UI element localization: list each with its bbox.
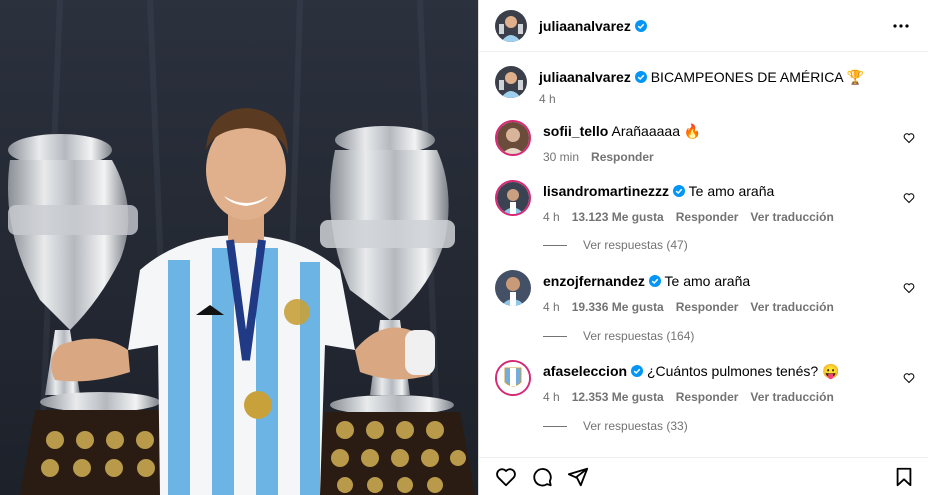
comment-text-line: enzojfernandez Te amo araña	[543, 270, 915, 290]
comment-time[interactable]: 4 h	[543, 300, 560, 314]
heart-icon[interactable]	[903, 132, 915, 144]
translate-button[interactable]: Ver traducción	[750, 300, 833, 314]
comment-likes[interactable]: 13.123 Me gusta	[572, 210, 664, 224]
caption-body: juliaanalvarez BICAMPEONES DE AMÉRICA 🏆 …	[539, 66, 915, 106]
comment-avatar[interactable]	[495, 270, 531, 306]
reply-button[interactable]: Responder	[676, 210, 739, 224]
verified-badge-icon	[634, 19, 647, 32]
view-replies-label[interactable]: Ver respuestas (164)	[583, 329, 694, 343]
instagram-post-view: juliaanalvarez juliaanalvarez BICAMPEONE…	[0, 0, 928, 495]
comment-avatar[interactable]	[495, 120, 531, 156]
author-username[interactable]: juliaanalvarez	[539, 18, 631, 34]
verified-badge-icon	[631, 365, 644, 377]
view-replies-label[interactable]: Ver respuestas (33)	[583, 419, 688, 433]
comment-avatar-image	[497, 122, 529, 154]
author-avatar[interactable]	[495, 9, 527, 42]
heart-icon[interactable]	[903, 282, 915, 294]
comment-row: lisandromartinezzz Te amo araña 4 h 13.1…	[495, 180, 915, 224]
comment-meta: 4 h 13.123 Me gusta Responder Ver traduc…	[543, 210, 915, 224]
view-replies-label[interactable]: Ver respuestas (47)	[583, 238, 688, 252]
replies-divider	[543, 425, 567, 427]
caption-avatar[interactable]	[495, 66, 527, 98]
comment-time[interactable]: 30 min	[543, 150, 579, 164]
post-sidebar: juliaanalvarez juliaanalvarez BICAMPEONE…	[478, 0, 928, 495]
view-replies-button[interactable]: Ver respuestas (33)	[543, 419, 688, 433]
comment-meta: 4 h 12.353 Me gusta Responder Ver traduc…	[543, 390, 915, 404]
comment-row: enzojfernandez Te amo araña 4 h 19.336 M…	[495, 270, 915, 314]
comment-avatar-image	[497, 182, 529, 214]
comment-avatar-image	[495, 270, 531, 306]
comment-text: Arañaaaaa 🔥	[611, 123, 702, 139]
comment-text: Te amo araña	[688, 183, 775, 199]
comment-username[interactable]: afaseleccion	[543, 363, 627, 379]
comment-row: afaseleccion ¿Cuántos pulmones tenés? 😛 …	[495, 360, 915, 404]
comment-text-line: sofii_tello Arañaaaaa 🔥	[543, 120, 915, 140]
comment-meta: 4 h 19.336 Me gusta Responder Ver traduc…	[543, 300, 915, 314]
comment-body: enzojfernandez Te amo araña 4 h 19.336 M…	[543, 270, 915, 314]
bookmark-icon[interactable]	[893, 466, 915, 488]
comment-text: ¿Cuántos pulmones tenés? 😛	[646, 363, 840, 379]
verified-badge-icon	[648, 275, 661, 287]
comments-list[interactable]: juliaanalvarez BICAMPEONES DE AMÉRICA 🏆 …	[479, 52, 928, 457]
post-photo[interactable]	[0, 0, 478, 495]
comment-meta: 30 min Responder	[543, 150, 915, 164]
caption-row: juliaanalvarez BICAMPEONES DE AMÉRICA 🏆 …	[495, 66, 915, 106]
post-image-illustration	[0, 0, 478, 495]
verified-badge-icon	[634, 71, 647, 83]
share-icon[interactable]	[567, 466, 589, 488]
comment-body: sofii_tello Arañaaaaa 🔥 30 min Responder	[543, 120, 915, 164]
comment-username[interactable]: sofii_tello	[543, 123, 608, 139]
comment-avatar[interactable]	[495, 360, 531, 396]
reply-button[interactable]: Responder	[591, 150, 654, 164]
comment-avatar-image	[497, 362, 529, 394]
replies-divider	[543, 335, 567, 337]
heart-icon[interactable]	[903, 372, 915, 384]
comment-body: lisandromartinezzz Te amo araña 4 h 13.1…	[543, 180, 915, 224]
heart-icon[interactable]	[903, 192, 915, 204]
comment-avatar[interactable]	[495, 180, 531, 216]
comment-username[interactable]: lisandromartinezzz	[543, 183, 669, 199]
comment-row: sofii_tello Arañaaaaa 🔥 30 min Responder	[495, 120, 915, 164]
comment-username[interactable]: enzojfernandez	[543, 273, 645, 289]
caption-text-line: juliaanalvarez BICAMPEONES DE AMÉRICA 🏆	[539, 66, 915, 86]
reply-button[interactable]: Responder	[676, 300, 739, 314]
author-avatar-image	[495, 9, 527, 42]
comment-text-line: afaseleccion ¿Cuántos pulmones tenés? 😛	[543, 360, 915, 380]
comment-time[interactable]: 4 h	[543, 210, 560, 224]
more-options-icon[interactable]	[889, 14, 913, 38]
comment-icon[interactable]	[531, 466, 553, 488]
comment-body: afaseleccion ¿Cuántos pulmones tenés? 😛 …	[543, 360, 915, 404]
caption-avatar-image	[495, 66, 527, 98]
comment-time[interactable]: 4 h	[543, 390, 560, 404]
comment-text-line: lisandromartinezzz Te amo araña	[543, 180, 915, 200]
translate-button[interactable]: Ver traducción	[750, 390, 833, 404]
post-actions-bar	[479, 457, 928, 495]
comment-text: Te amo araña	[664, 273, 751, 289]
translate-button[interactable]: Ver traducción	[750, 210, 833, 224]
view-replies-button[interactable]: Ver respuestas (47)	[543, 238, 688, 252]
caption-username[interactable]: juliaanalvarez	[539, 69, 631, 85]
heart-icon[interactable]	[495, 466, 517, 488]
verified-badge-icon	[673, 185, 686, 197]
replies-divider	[543, 244, 567, 246]
caption-meta: 4 h	[539, 92, 915, 106]
comment-likes[interactable]: 19.336 Me gusta	[572, 300, 664, 314]
post-header: juliaanalvarez	[479, 0, 928, 52]
comment-likes[interactable]: 12.353 Me gusta	[572, 390, 664, 404]
caption-text: BICAMPEONES DE AMÉRICA 🏆	[650, 69, 865, 85]
caption-time[interactable]: 4 h	[539, 92, 556, 106]
view-replies-button[interactable]: Ver respuestas (164)	[543, 329, 694, 343]
reply-button[interactable]: Responder	[676, 390, 739, 404]
